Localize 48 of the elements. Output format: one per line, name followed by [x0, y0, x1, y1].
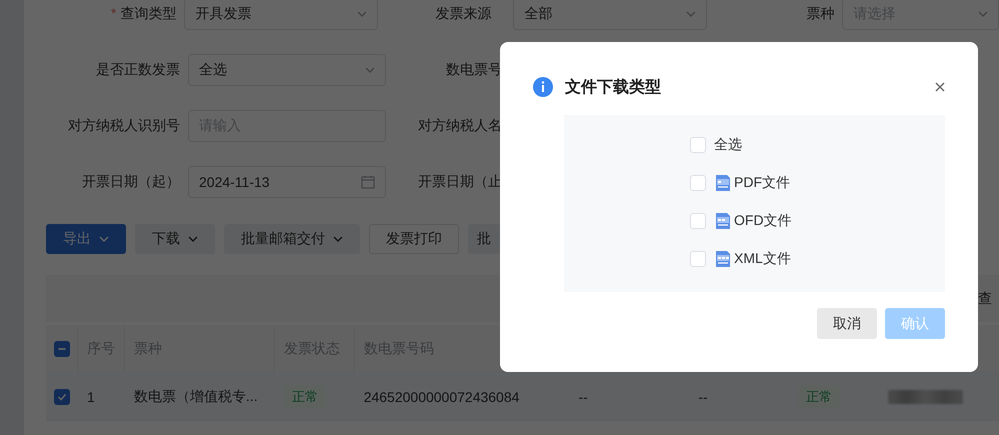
table-cell: -- — [578, 388, 588, 404]
field-label: 是否正数发票 — [95, 61, 181, 79]
close-icon[interactable] — [935, 82, 945, 92]
checkbox[interactable] — [54, 340, 70, 356]
select-field[interactable]: 开具发票 — [184, 0, 378, 30]
caret-icon — [99, 236, 109, 242]
file-type-option[interactable]: PDF文件 — [690, 171, 790, 195]
select-field[interactable]: 全选 — [188, 54, 386, 86]
caret-icon — [365, 67, 375, 73]
field-label: 开票日期（止 — [417, 173, 503, 191]
file-type-option[interactable]: XML文件 — [690, 247, 791, 271]
caret-icon — [978, 11, 988, 17]
status-tag: 正常 — [284, 384, 326, 408]
file-type-option[interactable]: OFD文件 — [690, 209, 792, 233]
dialog-title: 文件下载类型 — [565, 77, 662, 98]
checkbox[interactable] — [54, 388, 70, 404]
table-cell: 数电票（增值税专... — [134, 388, 258, 406]
toolbar-button[interactable]: 批 — [468, 224, 500, 254]
date-field[interactable]: 2024-11-13 — [188, 166, 386, 198]
toolbar-button[interactable]: 导出 — [46, 224, 126, 254]
table-cell: 1 — [86, 388, 95, 404]
toolbar-button[interactable]: 下载 — [135, 224, 215, 254]
calendar-icon — [361, 175, 375, 189]
field-label: 对方纳税人名 — [417, 117, 503, 135]
table-cell: -- — [698, 388, 708, 404]
field-label: 数电票号 — [445, 61, 503, 79]
file-icon — [714, 250, 732, 268]
toolbar-text: 查 — [978, 290, 992, 308]
status-tag: 正常 — [798, 384, 840, 408]
file-type-option[interactable]: 全选 — [690, 133, 742, 157]
field-label: 开票日期（起） — [81, 173, 181, 191]
table-row[interactable]: 1 数电票（增值税专... 正常 24652000000072436084 -- -- 正常 — [46, 373, 999, 421]
cancel-button[interactable]: 取消 — [817, 308, 877, 339]
caret-icon — [188, 236, 198, 242]
info-icon — [533, 77, 553, 97]
caret-icon — [357, 11, 368, 17]
table-cell: 24652000000072436084 — [364, 388, 520, 404]
field-label: * 查询类型 — [110, 5, 178, 23]
caret-icon — [686, 11, 696, 17]
select-field[interactable]: 全部 — [513, 0, 708, 30]
caret-icon — [333, 236, 343, 242]
file-icon — [714, 212, 732, 230]
field-label: 对方纳税人识别号 — [67, 117, 181, 135]
field-label: 发票来源 — [434, 5, 492, 23]
toolbar-button[interactable]: 发票打印 — [369, 224, 459, 254]
field-label: 票种 — [805, 5, 836, 23]
file-icon — [714, 174, 732, 192]
toolbar-button[interactable]: 批量邮箱交付 — [224, 224, 360, 254]
